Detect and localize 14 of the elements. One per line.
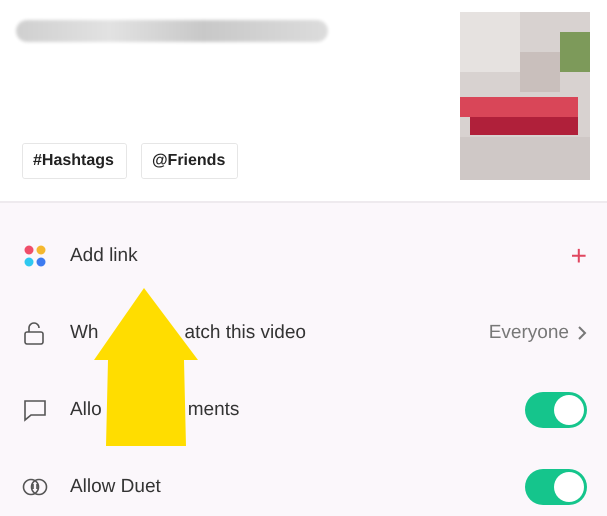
toggle-switch[interactable] xyxy=(525,468,587,504)
privacy-value[interactable]: Everyone xyxy=(488,322,587,344)
toggle-switch[interactable] xyxy=(525,392,587,428)
dots-icon xyxy=(22,242,48,268)
tag-chip[interactable]: @Friends xyxy=(140,143,238,179)
tag-chip[interactable]: #Hashtags xyxy=(22,143,127,179)
setting-label: Allow Duet xyxy=(70,476,161,498)
setting-label: ments xyxy=(188,398,240,420)
add-button[interactable]: + xyxy=(570,240,587,272)
chevron-icon xyxy=(577,324,587,340)
setting-label: atch this video xyxy=(184,322,306,344)
setting-label: Allo xyxy=(70,398,102,420)
setting-label: Wh xyxy=(70,322,98,344)
setting-label: Add link xyxy=(70,244,138,266)
